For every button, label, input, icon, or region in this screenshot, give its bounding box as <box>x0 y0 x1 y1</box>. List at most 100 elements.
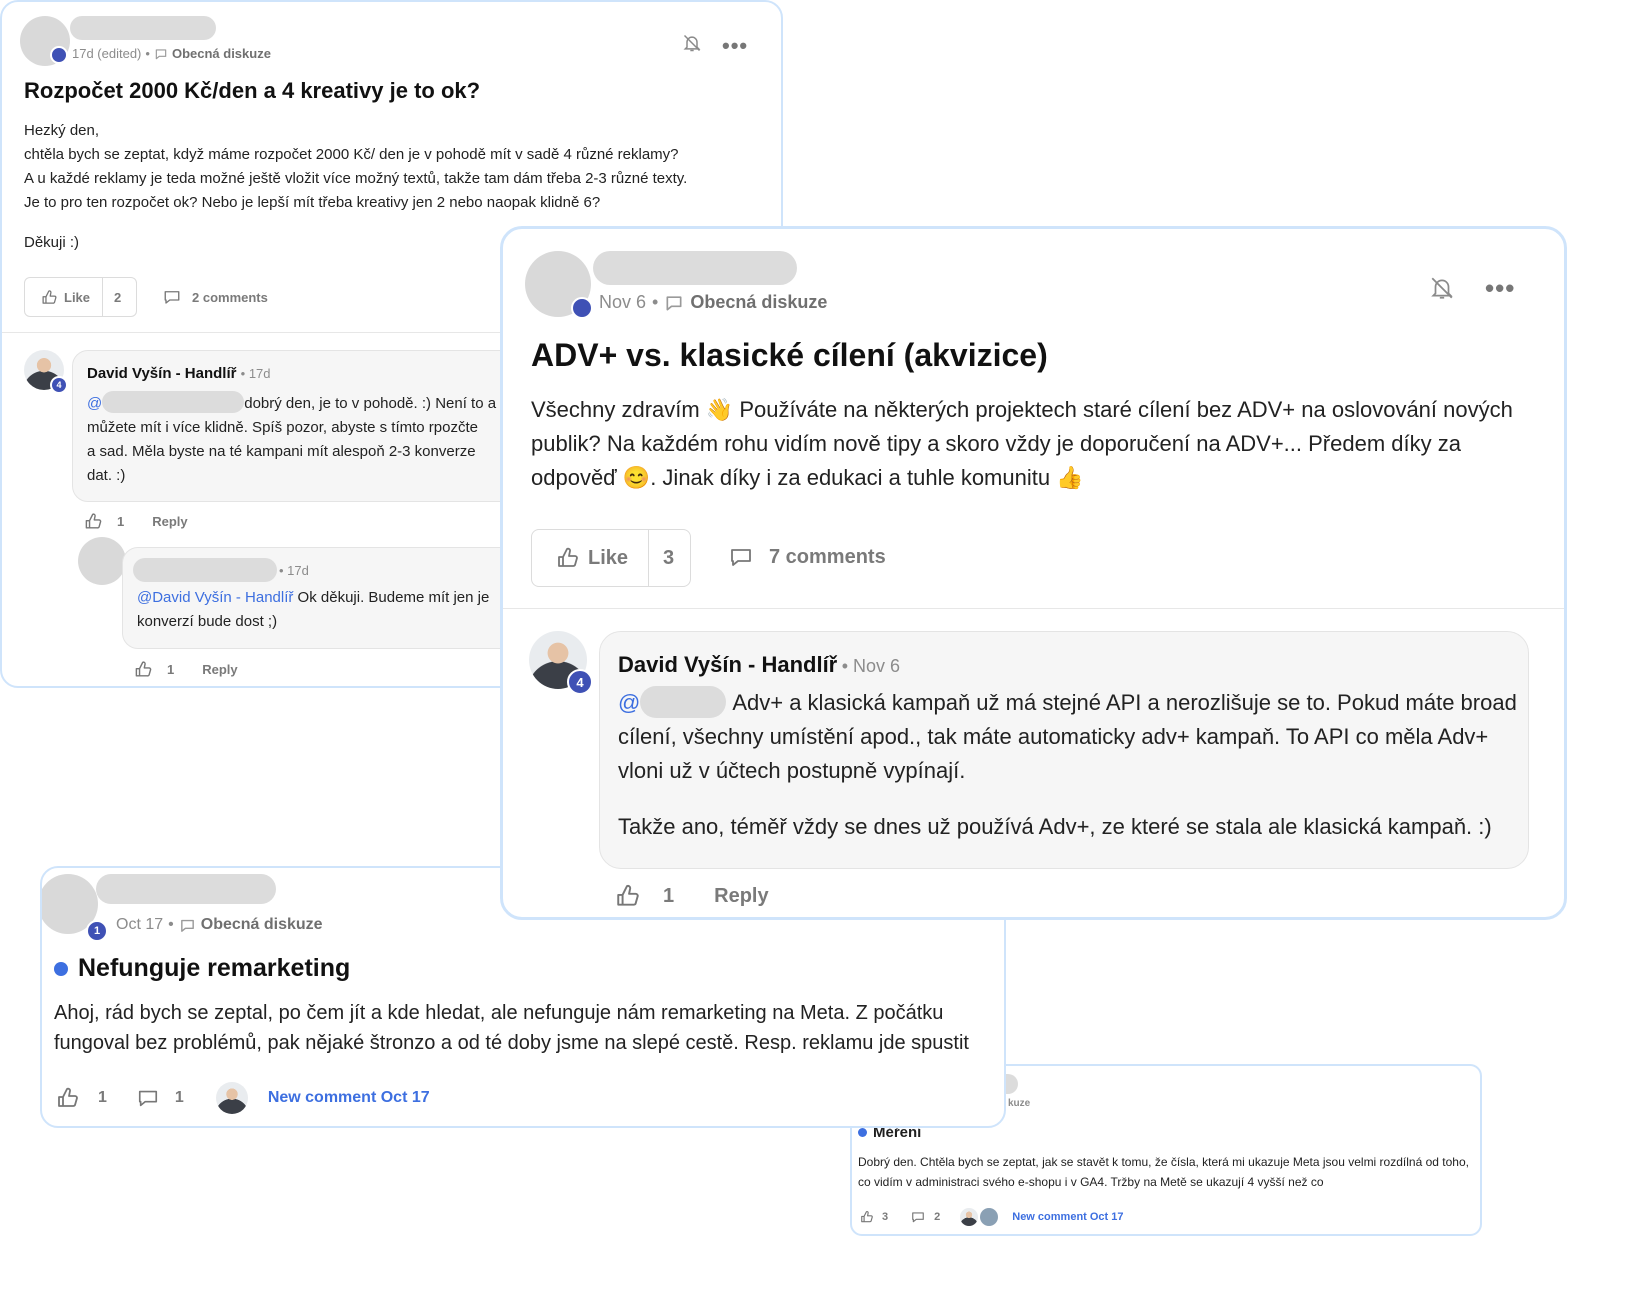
comments-link[interactable]: 7 comments <box>727 545 886 569</box>
post-meta: Nov 6 • Obecná diskuze <box>599 292 827 313</box>
meta-separator: • <box>652 292 659 312</box>
chat-bubble-icon <box>154 47 168 61</box>
thumbs-up-icon[interactable] <box>860 1210 874 1224</box>
new-comment-label[interactable]: New comment Oct 17 <box>268 1089 430 1107</box>
divider <box>503 608 1564 609</box>
meta-separator: • <box>145 46 150 61</box>
level-badge <box>571 297 593 319</box>
post-card-adv[interactable]: Nov 6 • Obecná diskuze ••• ADV+ vs. klas… <box>500 226 1567 920</box>
thumbs-up-icon <box>41 289 58 306</box>
comment-line: dat. :) <box>87 467 126 484</box>
like-button[interactable]: Like 3 <box>531 529 691 587</box>
comment-icon[interactable] <box>910 1210 926 1224</box>
like-count: 1 <box>98 1089 107 1106</box>
post-stats: 3 2 New comment Oct 17 <box>860 1208 1124 1226</box>
commenter-avatar[interactable] <box>78 537 126 585</box>
comment-actions: 1 Reply <box>84 512 188 531</box>
like-count: 2 <box>114 289 122 305</box>
post-category[interactable]: Obecná diskuze <box>201 916 323 934</box>
meta-separator: • <box>168 916 174 933</box>
body-line: Je to pro ten rozpočet ok? Nebo je lepší… <box>24 194 601 211</box>
comment-bubble: • 17d @David Vyšín - Handlíř Ok děkuji. … <box>122 547 532 649</box>
comment-text: @ dobrý den, je to v pohodě. :) Není to a… <box>87 391 496 488</box>
chat-bubble-icon <box>179 917 196 934</box>
author-name-redacted <box>70 16 216 40</box>
comment-count: 1 <box>174 1089 184 1106</box>
comment-count: 2 <box>934 1211 941 1223</box>
thumbs-up-icon[interactable] <box>56 1086 80 1110</box>
like-button[interactable]: Like 2 <box>24 277 137 317</box>
thumbs-up-icon[interactable] <box>84 512 103 531</box>
more-options-icon[interactable]: ••• <box>722 33 748 59</box>
level-badge: 1 <box>86 920 108 942</box>
comment-line: a sad. Měla byste na té kampani mít ales… <box>87 443 476 460</box>
mention[interactable]: @ <box>87 395 102 412</box>
comment-time: • Nov 6 <box>841 656 901 676</box>
reply-button[interactable]: Reply <box>152 514 187 529</box>
comment-icon[interactable] <box>135 1087 161 1109</box>
author-name-redacted <box>96 874 276 904</box>
reply-button[interactable]: Reply <box>714 885 768 908</box>
comment-bubble: David Vyšín - Handlíř • Nov 6 @ Adv+ a kl… <box>599 631 1529 869</box>
comments-link[interactable]: 2 comments <box>162 288 268 306</box>
comment-like-count: 1 <box>117 514 125 529</box>
post-category-partial[interactable]: kuze <box>1008 1098 1030 1109</box>
commenter-avatar <box>960 1208 979 1226</box>
post-time: 17d (edited) <box>72 46 142 61</box>
comment-author[interactable]: David Vyšín - Handlíř <box>618 652 837 677</box>
mention-redacted <box>102 391 245 413</box>
post-category[interactable]: Obecná diskuze <box>172 46 271 61</box>
post-body: Všechny zdravím 👋 Používáte na některých… <box>531 397 1513 490</box>
post-title[interactable]: ADV+ vs. klasické cílení (akvizice) <box>531 337 1048 374</box>
comment-time: • 17d <box>240 366 271 381</box>
unread-dot <box>858 1128 867 1137</box>
comment-like-count: 1 <box>663 884 675 907</box>
comment-actions: 1 Reply <box>615 883 769 909</box>
more-options-icon[interactable]: ••• <box>1485 273 1515 304</box>
like-label: Like <box>588 546 629 569</box>
author-name-redacted <box>593 251 797 285</box>
post-stats: 1 1 New comment Oct 17 <box>56 1082 430 1114</box>
post-body: Dobrý den. Chtěla bych se zeptat, jak se… <box>858 1155 1469 1189</box>
level-badge: 4 <box>567 669 593 695</box>
comment-line: Ok děkuji. Budeme mít jen je <box>293 589 490 606</box>
like-divider <box>648 530 649 586</box>
post-title[interactable]: Rozpočet 2000 Kč/den a 4 kreativy je to … <box>24 78 480 104</box>
comment-text-part2: Takže ano, téměř vždy se dnes už používá… <box>618 814 1492 839</box>
mention-redacted <box>640 686 727 718</box>
comment-text-part1: Adv+ a klasická kampaň už má stejné API … <box>618 690 1517 783</box>
comment-bubble: David Vyšín - Handlíř • 17d @ dobrý den, … <box>72 350 532 502</box>
comment-line: konverzí bude dost ;) <box>137 613 278 630</box>
post-meta: Oct 17 • Obecná diskuze <box>116 916 323 934</box>
commenter-name-redacted <box>133 558 277 582</box>
unread-dot <box>54 961 68 976</box>
thumbs-up-icon[interactable] <box>134 660 153 679</box>
notification-bell-icon[interactable] <box>682 32 702 54</box>
body-line: Hezký den, <box>24 122 100 139</box>
comment-actions: 1 Reply <box>134 660 238 679</box>
thumbs-up-icon[interactable] <box>615 883 641 909</box>
comment-author[interactable]: David Vyšín - Handlíř <box>87 365 236 382</box>
level-badge <box>50 46 68 64</box>
post-category[interactable]: Obecná diskuze <box>690 292 827 313</box>
comment-icon <box>162 288 182 306</box>
commenter-avatar <box>980 1208 999 1226</box>
mention[interactable]: @ <box>618 690 640 715</box>
notification-bell-icon[interactable] <box>1429 273 1455 303</box>
comment-like-count: 1 <box>167 662 175 677</box>
comment-time: • 17d <box>279 562 309 578</box>
mention[interactable]: @David Vyšín - Handlíř <box>137 589 293 606</box>
like-count: 3 <box>663 546 675 569</box>
comment-icon <box>727 545 755 569</box>
post-title[interactable]: Nefunguje remarketing <box>78 954 350 983</box>
comment-text: @ Adv+ a klasická kampaň už má stejné API… <box>618 686 1518 844</box>
like-divider <box>102 278 103 316</box>
reply-button[interactable]: Reply <box>202 662 237 677</box>
body-line: A u každé reklamy je teda možné ještě vl… <box>24 170 688 187</box>
comments-count-label: 7 comments <box>769 545 886 568</box>
comment-line: dobrý den, je to v pohodě. :) Není to a <box>244 395 497 412</box>
chat-bubble-icon <box>664 293 684 313</box>
new-comment-label[interactable]: New comment Oct 17 <box>1012 1211 1123 1223</box>
comment-line: můžete mít i více klidně. Spíš pozor, ab… <box>87 419 478 436</box>
comment-text: @David Vyšín - Handlíř Ok děkuji. Budeme… <box>137 586 489 634</box>
